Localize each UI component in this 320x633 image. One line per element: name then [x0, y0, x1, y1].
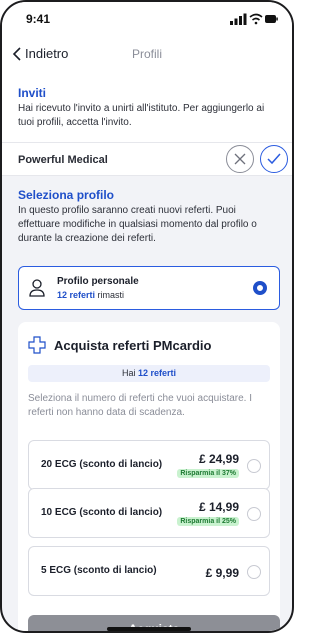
option-radio[interactable] [247, 565, 261, 579]
add-icon [28, 336, 46, 354]
select-profile-section: Seleziona profilo In questo profilo sara… [2, 188, 292, 246]
purchase-option-10[interactable]: 10 ECG (sconto di lancio) £ 14,99 Rispar… [28, 488, 270, 538]
user-icon [29, 279, 45, 297]
select-profile-description: In questo profilo saranno creati nuovi r… [18, 205, 257, 244]
reports-balance-count: 12 referti [138, 368, 177, 378]
status-bar: 9:41 [2, 2, 292, 34]
reports-balance-prefix: Hai [121, 368, 136, 378]
phone-screen: 9:41 Indietro Profili Inviti Hai ricevut… [0, 0, 294, 633]
option-price: £ 9,99 [205, 566, 239, 580]
purchase-option-20[interactable]: 20 ECG (sconto di lancio) £ 24,99 Rispar… [28, 440, 270, 490]
accept-invite-button[interactable] [260, 145, 288, 173]
profile-reports: 12 referti rimasti [57, 290, 124, 300]
option-price: £ 14,99 [198, 500, 239, 514]
page-title: Profili [131, 47, 162, 61]
home-indicator [107, 627, 191, 631]
purchase-heading: Acquista referti PMcardio [54, 337, 212, 353]
option-label: 20 ECG (sconto di lancio) [41, 459, 163, 470]
purchase-card: Acquista referti PMcardio Hai 12 referti… [18, 322, 280, 631]
profile-radio-selected[interactable] [253, 281, 267, 295]
status-icons [230, 13, 278, 25]
invites-section: Inviti Hai ricevuto l'invito a unirti al… [2, 76, 292, 142]
option-price: £ 24,99 [198, 452, 239, 466]
option-radio[interactable] [247, 459, 261, 473]
option-label: 10 ECG (sconto di lancio) [41, 507, 163, 518]
option-label: 5 ECG (sconto di lancio) [41, 565, 157, 576]
profile-reports-suffix: rimasti [97, 290, 125, 300]
navigation-bar: Indietro Profili [2, 34, 292, 76]
purchase-header: Acquista referti PMcardio [28, 336, 212, 354]
invite-row: Powerful Medical [2, 142, 292, 176]
select-profile-heading: Seleziona profilo [18, 188, 115, 202]
organization-name: Powerful Medical [18, 154, 108, 166]
battery-icon [265, 15, 278, 23]
check-icon [267, 153, 281, 165]
invites-description: Hai ricevuto l'invito a unirti all'istit… [18, 103, 265, 128]
signal-icon [230, 13, 247, 25]
purchase-info: Seleziona il numero di referti che vuoi … [28, 393, 253, 418]
profile-name: Profilo personale [57, 276, 139, 287]
invites-heading: Inviti [18, 86, 47, 100]
purchase-option-5[interactable]: 5 ECG (sconto di lancio) £ 9,99 [28, 546, 270, 596]
saving-badge: Risparmia il 37% [177, 469, 239, 478]
option-radio[interactable] [247, 507, 261, 521]
wifi-icon [249, 13, 263, 25]
reject-invite-button[interactable] [226, 145, 254, 173]
profile-option-personal[interactable]: Profilo personale 12 referti rimasti [18, 266, 280, 310]
profile-reports-count: 12 referti [57, 290, 96, 300]
close-icon [234, 153, 246, 165]
saving-badge: Risparmia il 25% [177, 517, 239, 526]
status-time: 9:41 [26, 12, 51, 26]
reports-balance: Hai 12 referti [28, 365, 270, 382]
